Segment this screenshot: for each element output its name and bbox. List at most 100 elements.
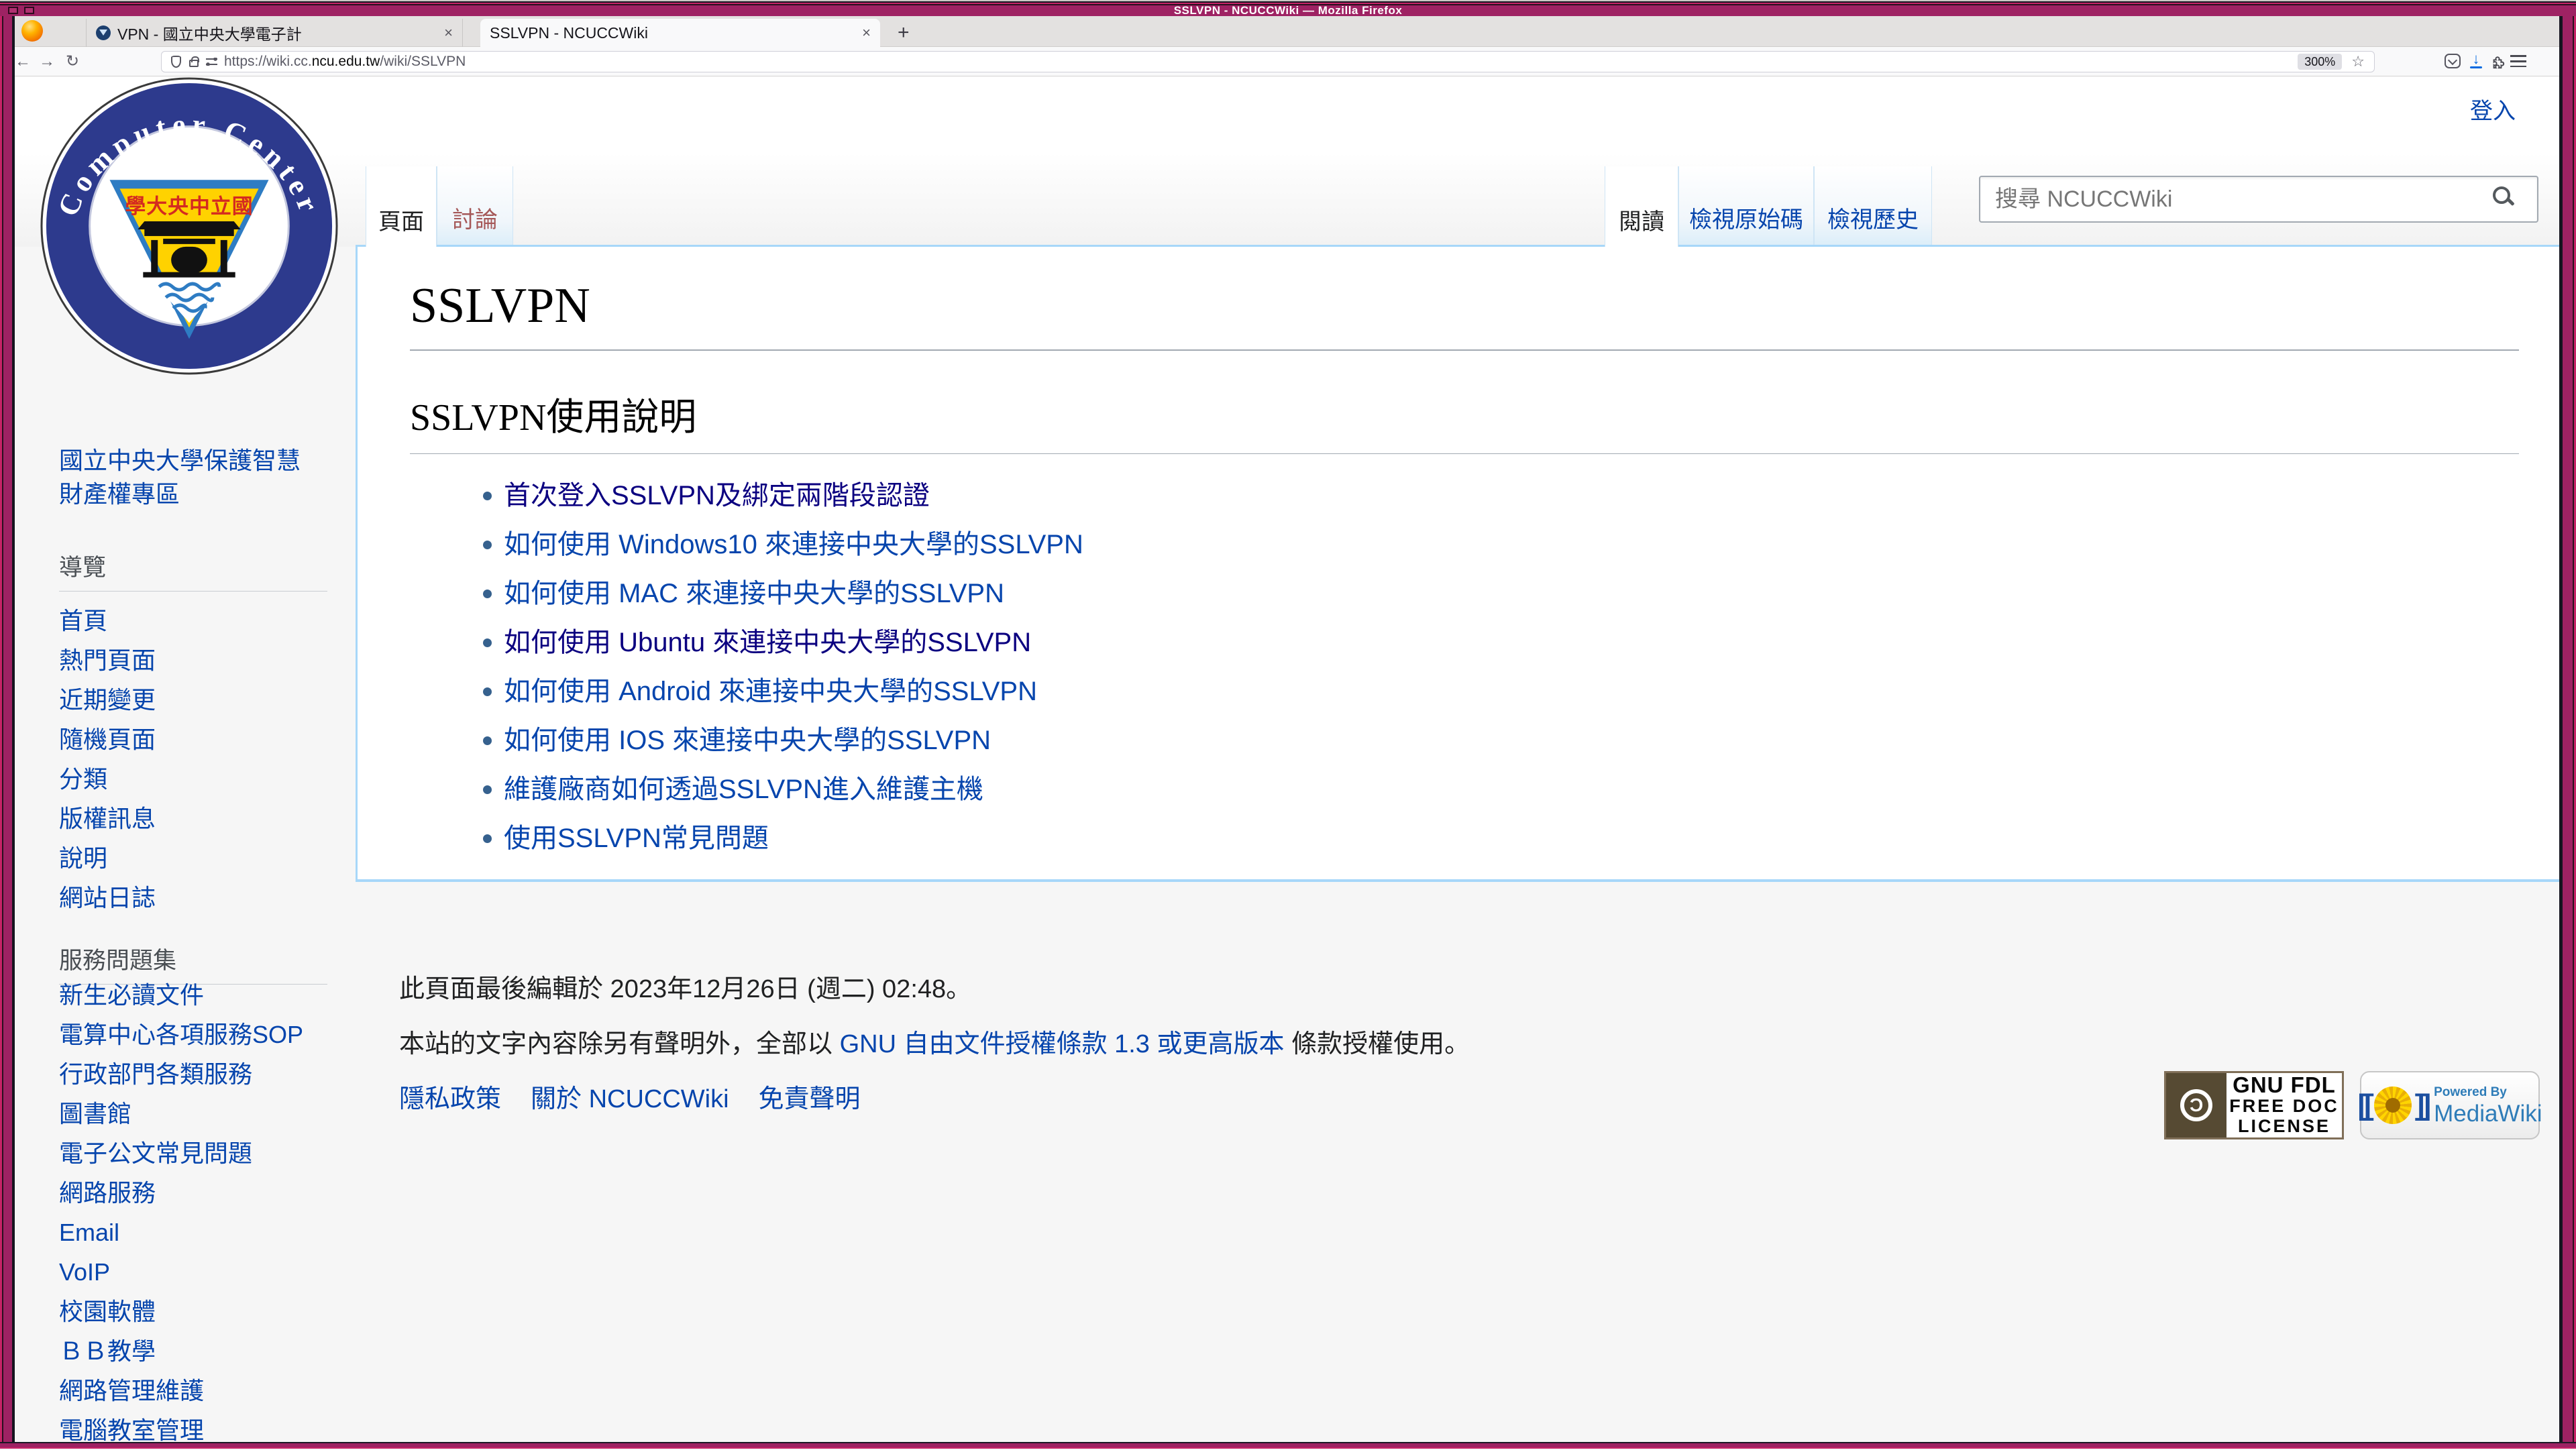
- tab-view-history[interactable]: 檢視歷史: [1814, 166, 1932, 245]
- list-item: 圖書館: [59, 1094, 303, 1133]
- sidebar-item-recent-changes[interactable]: 近期變更: [59, 686, 156, 714]
- tab-close-icon[interactable]: ×: [444, 24, 453, 42]
- mediawiki-badge[interactable]: [[ ]] Powered By MediaWiki: [2360, 1071, 2540, 1139]
- forward-button[interactable]: →: [36, 51, 58, 72]
- sidebar-item-copyright[interactable]: 版權訊息: [59, 805, 156, 832]
- sidebar-item-home[interactable]: 首頁: [59, 607, 107, 634]
- gnu-fdl-badge[interactable]: C GNU FDL FREE DOC LICENSE: [2164, 1071, 2344, 1139]
- tracking-protection-icon[interactable]: [171, 56, 181, 68]
- bracket-glyph: ]]: [2415, 1091, 2428, 1120]
- content-area: SSLVPN SSLVPN使用說明 首次登入SSLVPN及綁定兩階段認證 如何使…: [356, 245, 2566, 882]
- back-button[interactable]: ←: [12, 51, 34, 72]
- sidebar-item-freshman-docs[interactable]: 新生必讀文件: [59, 981, 204, 1009]
- sidebar-item-help[interactable]: 說明: [59, 844, 107, 872]
- list-item: 隨機頁面: [59, 720, 156, 759]
- list-item: 如何使用 MAC 來連接中央大學的SSLVPN: [504, 569, 2519, 618]
- content-link-vendor[interactable]: 維護廠商如何透過SSLVPN進入維護主機: [504, 775, 983, 804]
- tab-view-source[interactable]: 檢視原始碼: [1678, 166, 1814, 245]
- about-link[interactable]: 關於 NCUCCWiki: [531, 1078, 729, 1115]
- sidebar-item-network-maintenance[interactable]: 網路管理維護: [59, 1377, 204, 1404]
- browser-tab-sslvpn[interactable]: SSLVPN - NCUCCWiki ×: [480, 19, 880, 47]
- sidebar-item-voip[interactable]: VoIP: [59, 1258, 110, 1286]
- list-item: 說明: [59, 838, 156, 878]
- wiki-search-box[interactable]: [1979, 176, 2538, 223]
- browser-tab-vpn[interactable]: VPN - 國立中央大學電子計 ×: [86, 19, 463, 47]
- list-item: 版權訊息: [59, 799, 156, 838]
- last-edited-text: 此頁面最後編輯於 2023年12月26日 (週二) 02:48。: [399, 968, 971, 1005]
- content-link-ubuntu[interactable]: 如何使用 Ubuntu 來連接中央大學的SSLVPN: [504, 628, 1031, 657]
- window-titlebar[interactable]: SSLVPN - NCUCCWiki — Mozilla Firefox: [0, 0, 2576, 16]
- logo-seal-text: 學大央中立國: [125, 194, 253, 218]
- sidebar-item-site-log[interactable]: 網站日誌: [59, 884, 156, 911]
- list-item: 如何使用 IOS 來連接中央大學的SSLVPN: [504, 716, 2519, 765]
- sidebar-item-library[interactable]: 圖書館: [59, 1100, 131, 1127]
- tab-read[interactable]: 閱讀: [1605, 166, 1678, 247]
- sunflower-icon: [2374, 1086, 2412, 1124]
- zoom-level-badge[interactable]: 300%: [2298, 54, 2342, 70]
- disclaimer-link[interactable]: 免責聲明: [759, 1078, 861, 1115]
- content-link-list: 首次登入SSLVPN及綁定兩階段認證 如何使用 Windows10 來連接中央大…: [410, 471, 2519, 863]
- list-item: 熱門頁面: [59, 640, 156, 680]
- sidebar-item-email[interactable]: Email: [59, 1219, 119, 1246]
- content-link-ios[interactable]: 如何使用 IOS 來連接中央大學的SSLVPN: [504, 726, 991, 755]
- lock-icon[interactable]: [189, 60, 199, 67]
- content-link-first-login[interactable]: 首次登入SSLVPN及綁定兩階段認證: [504, 481, 930, 510]
- list-item: 網路管理維護: [59, 1371, 303, 1410]
- browser-toolbar: ← → ↻ https://wiki.cc.ncu.edu.tw/wiki/SS…: [0, 47, 2576, 76]
- sidebar-item-network-services[interactable]: 網路服務: [59, 1179, 156, 1207]
- license-link[interactable]: GNU 自由文件授權條款 1.3 或更高版本: [840, 1030, 1285, 1058]
- sidebar-item-bb-teaching[interactable]: ＢＢ教學: [59, 1337, 156, 1365]
- content-link-windows10[interactable]: 如何使用 Windows10 來連接中央大學的SSLVPN: [504, 530, 1083, 559]
- list-item: 網路服務: [59, 1173, 303, 1213]
- sidebar-item-campus-software[interactable]: 校園軟體: [59, 1298, 156, 1325]
- list-item: 如何使用 Windows10 來連接中央大學的SSLVPN: [504, 520, 2519, 569]
- browser-tab-bar: VPN - 國立中央大學電子計 × SSLVPN - NCUCCWiki × +: [0, 16, 2576, 47]
- list-item: 行政部門各類服務: [59, 1054, 303, 1094]
- sidebar-item-edoc-faq[interactable]: 電子公文常見問題: [59, 1139, 252, 1167]
- tab-discussion[interactable]: 討論: [437, 166, 513, 245]
- bookmark-star-icon[interactable]: ☆: [2351, 53, 2365, 70]
- computer-center-logo[interactable]: Computer Center www.cc.ncu.edu.tw 學大央中立國: [39, 76, 339, 376]
- tab-favicon-icon: [96, 25, 111, 40]
- sidebar-item-computer-classroom[interactable]: 電腦教室管理: [59, 1416, 204, 1444]
- pocket-icon[interactable]: [2445, 54, 2461, 68]
- section-heading: SSLVPN使用說明: [410, 387, 2519, 454]
- content-link-faq[interactable]: 使用SSLVPN常見問題: [504, 824, 769, 853]
- tab-label: VPN - 國立中央大學電子計: [117, 21, 436, 44]
- logo-gate-emblem: [138, 221, 240, 278]
- sidebar-item-admin-services[interactable]: 行政部門各類服務: [59, 1060, 252, 1088]
- tab-page[interactable]: 頁面: [366, 166, 437, 247]
- sidebar-ipr-link[interactable]: 國立中央大學保護智慧財產權專區: [59, 444, 315, 511]
- tab-close-icon[interactable]: ×: [862, 24, 871, 42]
- url-text: https://wiki.cc.ncu.edu.tw/wiki/SSLVPN: [224, 54, 466, 70]
- permissions-icon[interactable]: [206, 58, 217, 66]
- list-item: ＢＢ教學: [59, 1331, 303, 1371]
- list-item: 如何使用 Ubuntu 來連接中央大學的SSLVPN: [504, 618, 2519, 667]
- new-tab-button[interactable]: +: [898, 21, 910, 44]
- sidebar-item-random[interactable]: 隨機頁面: [59, 726, 156, 753]
- content-link-mac[interactable]: 如何使用 MAC 來連接中央大學的SSLVPN: [504, 579, 1004, 608]
- url-bar[interactable]: https://wiki.cc.ncu.edu.tw/wiki/SSLVPN 3…: [161, 51, 2375, 72]
- window-frame-bottom: [0, 1442, 2576, 1449]
- firefox-logo-icon[interactable]: [21, 20, 43, 42]
- downloads-icon[interactable]: ↓: [2467, 51, 2485, 68]
- list-item: 網站日誌: [59, 878, 156, 917]
- content-link-android[interactable]: 如何使用 Android 來連接中央大學的SSLVPN: [504, 677, 1037, 706]
- bracket-glyph: [[: [2357, 1091, 2370, 1120]
- list-item: VoIP: [59, 1252, 303, 1292]
- window-frame-left: [0, 16, 15, 1449]
- sidebar-heading-navigation: 導覽: [59, 549, 327, 592]
- list-item: 維護廠商如何透過SSLVPN進入維護主機: [504, 765, 2519, 814]
- sidebar-item-cc-sop[interactable]: 電算中心各項服務SOP: [59, 1021, 303, 1048]
- search-input[interactable]: [1980, 177, 2490, 221]
- sidebar-item-popular[interactable]: 熱門頁面: [59, 647, 156, 674]
- extensions-icon[interactable]: [2489, 53, 2506, 70]
- privacy-policy-link[interactable]: 隱私政策: [399, 1078, 501, 1115]
- search-icon[interactable]: [2493, 186, 2510, 204]
- list-item: Email: [59, 1213, 303, 1252]
- copyleft-icon: C: [2166, 1073, 2226, 1137]
- menu-icon[interactable]: [2510, 55, 2526, 67]
- reload-button[interactable]: ↻: [62, 51, 83, 72]
- sidebar-item-categories[interactable]: 分類: [59, 765, 107, 793]
- login-link[interactable]: 登入: [2470, 93, 2516, 125]
